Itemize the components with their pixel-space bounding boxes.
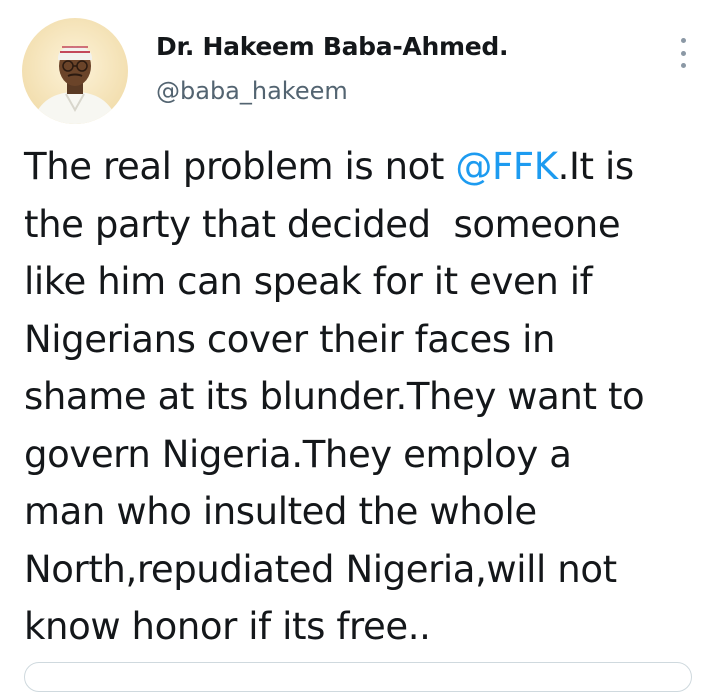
more-dot [680, 63, 686, 68]
author-handle[interactable]: @baba_hakeem [156, 74, 508, 108]
tweet-line: Nigerians cover their faces in [24, 317, 556, 361]
tweet-card: Dr. Hakeem Baba-Ahmed. @baba_hakeem The … [0, 0, 720, 692]
tweet-line: man who insulted the whole [24, 490, 537, 533]
tweet-line: The real problem is not @FFK.It is [24, 138, 704, 196]
quoted-card-edge[interactable] [24, 662, 692, 692]
author-info: Dr. Hakeem Baba-Ahmed. @baba_hakeem [156, 30, 508, 108]
avatar[interactable] [22, 18, 128, 124]
tweet-line-text: The real problem is not [24, 145, 456, 188]
more-dot [680, 38, 686, 43]
tweet-line: shame at its blunder.They want to [24, 375, 645, 418]
tweet-line: know honor if its free.. [24, 605, 431, 648]
tweet-line: North,repudiated Nigeria,will not [24, 547, 617, 591]
tweet-line: govern Nigeria.They employ a [24, 432, 572, 476]
more-dot [680, 50, 686, 56]
mention-link[interactable]: @FFK [455, 145, 558, 188]
tweet-line: the party that decided someone [24, 202, 621, 246]
tweet-line: like him can speak for it even if [24, 260, 593, 303]
author-display-name[interactable]: Dr. Hakeem Baba-Ahmed. [156, 30, 508, 64]
more-vertical-icon[interactable] [676, 38, 690, 68]
tweet-line-text: .It is [557, 145, 635, 188]
tweet-text: The real problem is not @FFK.It is the p… [24, 138, 704, 656]
